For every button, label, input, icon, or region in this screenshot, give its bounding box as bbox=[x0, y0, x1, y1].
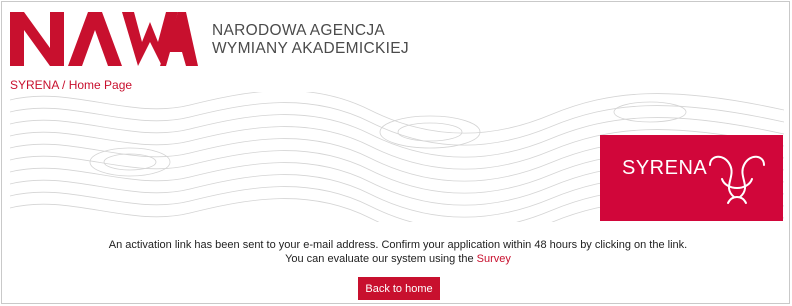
breadcrumb: SYRENA / Home Page bbox=[10, 78, 132, 92]
agency-line-1: NARODOWA AGENCJA bbox=[212, 22, 386, 39]
hero-banner: SYRENA bbox=[10, 92, 784, 222]
breadcrumb-separator: / bbox=[58, 78, 69, 92]
survey-message-line: You can evaluate our system using the Su… bbox=[2, 252, 792, 266]
syrena-tile: SYRENA bbox=[600, 135, 783, 221]
breadcrumb-current: Home Page bbox=[68, 78, 133, 92]
activation-message: An activation link has been sent to your… bbox=[2, 238, 792, 266]
header: NARODOWA AGENCJA WYMIANY AKADEMICKIEJ bbox=[8, 8, 788, 72]
back-to-home-button[interactable]: Back to home bbox=[358, 277, 440, 300]
breadcrumb-root-link[interactable]: SYRENA bbox=[10, 78, 59, 92]
syrena-tile-text: SYRENA bbox=[622, 157, 708, 179]
page-frame: NARODOWA AGENCJA WYMIANY AKADEMICKIEJ SY… bbox=[1, 1, 790, 304]
nawa-logo[interactable] bbox=[10, 12, 198, 66]
agency-line-2: WYMIANY AKADEMICKIEJ bbox=[212, 40, 409, 57]
survey-message-prefix: You can evaluate our system using the bbox=[285, 253, 477, 265]
survey-link[interactable]: Survey bbox=[477, 253, 511, 265]
agency-name: NARODOWA AGENCJA WYMIANY AKADEMICKIEJ bbox=[212, 22, 409, 58]
activation-message-line-1: An activation link has been sent to your… bbox=[108, 239, 688, 251]
syrena-wave-heart-icon bbox=[709, 155, 765, 204]
